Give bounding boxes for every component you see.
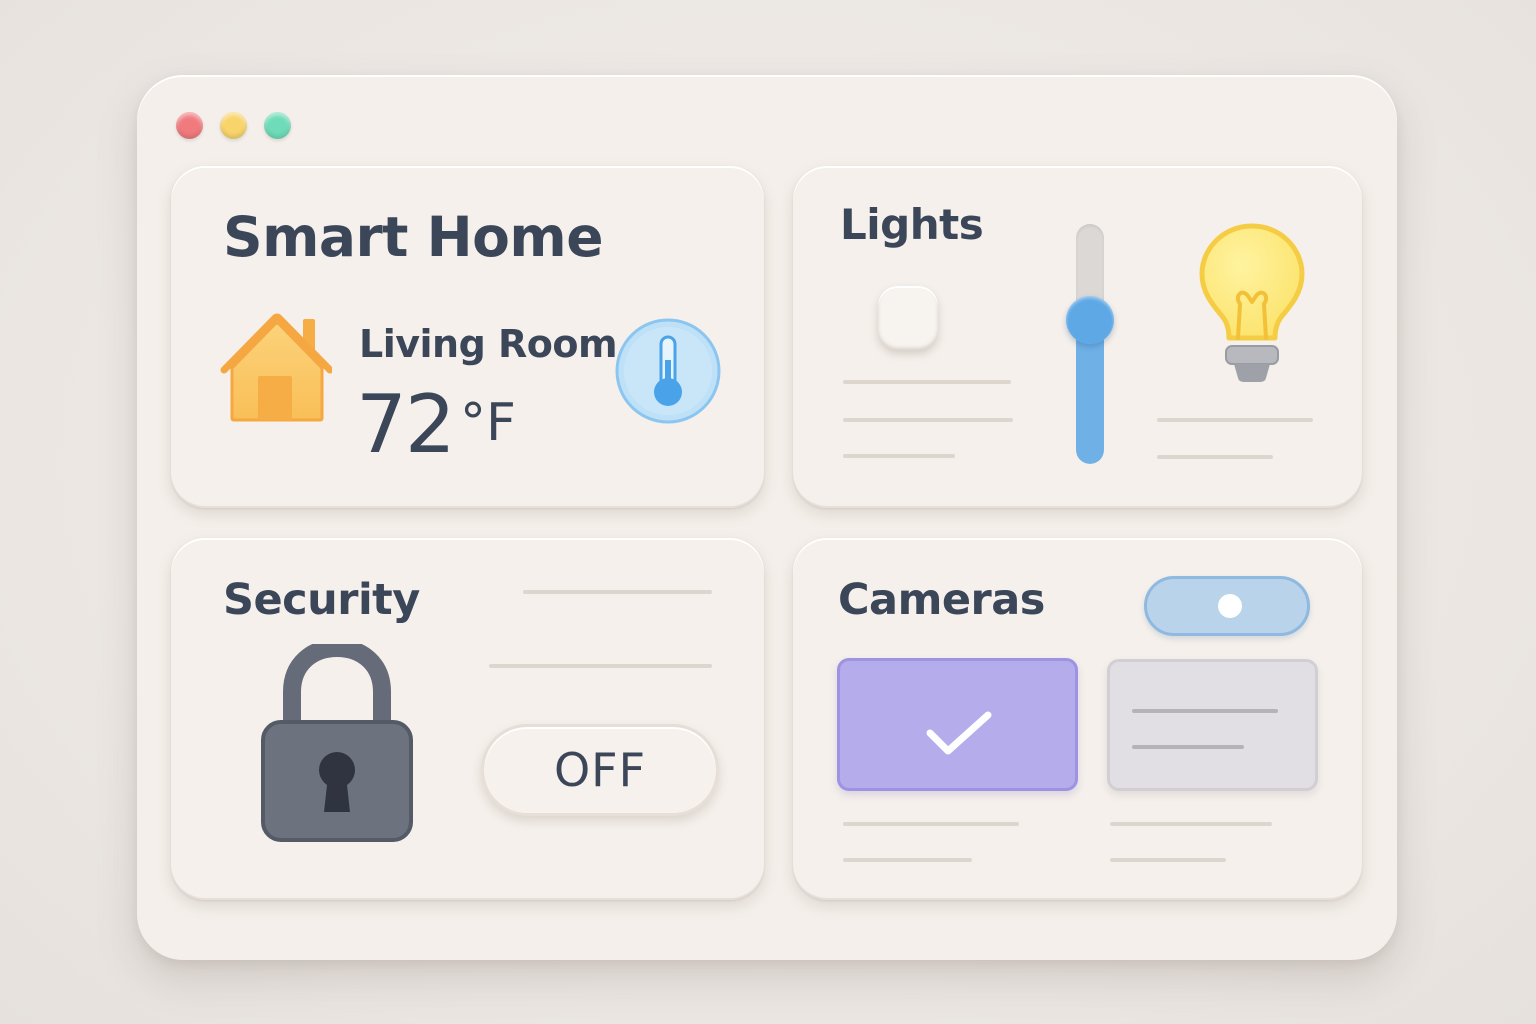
cameras-toggle[interactable]	[1144, 576, 1310, 636]
placeholder-line	[843, 418, 1013, 422]
placeholder-line	[1157, 418, 1313, 422]
cameras-card-title: Cameras	[838, 575, 1045, 625]
temperature-unit: °F	[460, 393, 516, 453]
house-icon	[220, 313, 332, 422]
light-switch[interactable]	[878, 286, 938, 350]
camera-tile-selected[interactable]	[837, 658, 1078, 791]
window-maximize-button[interactable]	[264, 112, 291, 139]
placeholder-line	[1110, 858, 1226, 862]
camera-tile[interactable]	[1107, 659, 1318, 791]
placeholder-line	[1132, 709, 1278, 713]
window-minimize-button[interactable]	[220, 112, 247, 139]
light-bulb-icon	[1199, 223, 1305, 382]
security-toggle-button[interactable]: OFF	[481, 724, 719, 816]
cameras-toggle-knob	[1218, 594, 1242, 618]
room-label: Living Room	[359, 322, 618, 366]
placeholder-line	[843, 858, 972, 862]
placeholder-line	[523, 590, 712, 594]
brightness-slider-thumb[interactable]	[1066, 296, 1114, 344]
padlock-icon	[261, 644, 413, 842]
placeholder-line	[843, 822, 1019, 826]
window-close-button[interactable]	[176, 112, 203, 139]
brightness-slider-track[interactable]	[1076, 224, 1104, 464]
placeholder-line	[489, 664, 712, 668]
checkmark-icon	[926, 711, 992, 755]
temperature-value: 72	[356, 378, 456, 471]
lights-card-title: Lights	[840, 200, 984, 249]
home-card-title: Smart Home	[223, 205, 604, 269]
security-card-title: Security	[223, 575, 420, 625]
placeholder-line	[1132, 745, 1244, 749]
placeholder-line	[843, 454, 955, 458]
placeholder-line	[1110, 822, 1272, 826]
placeholder-line	[1157, 455, 1273, 459]
placeholder-line	[843, 380, 1011, 384]
thermometer-icon[interactable]	[614, 315, 724, 427]
page-background: Smart Home Living Room 72 °F Lights Secu…	[0, 0, 1536, 1024]
